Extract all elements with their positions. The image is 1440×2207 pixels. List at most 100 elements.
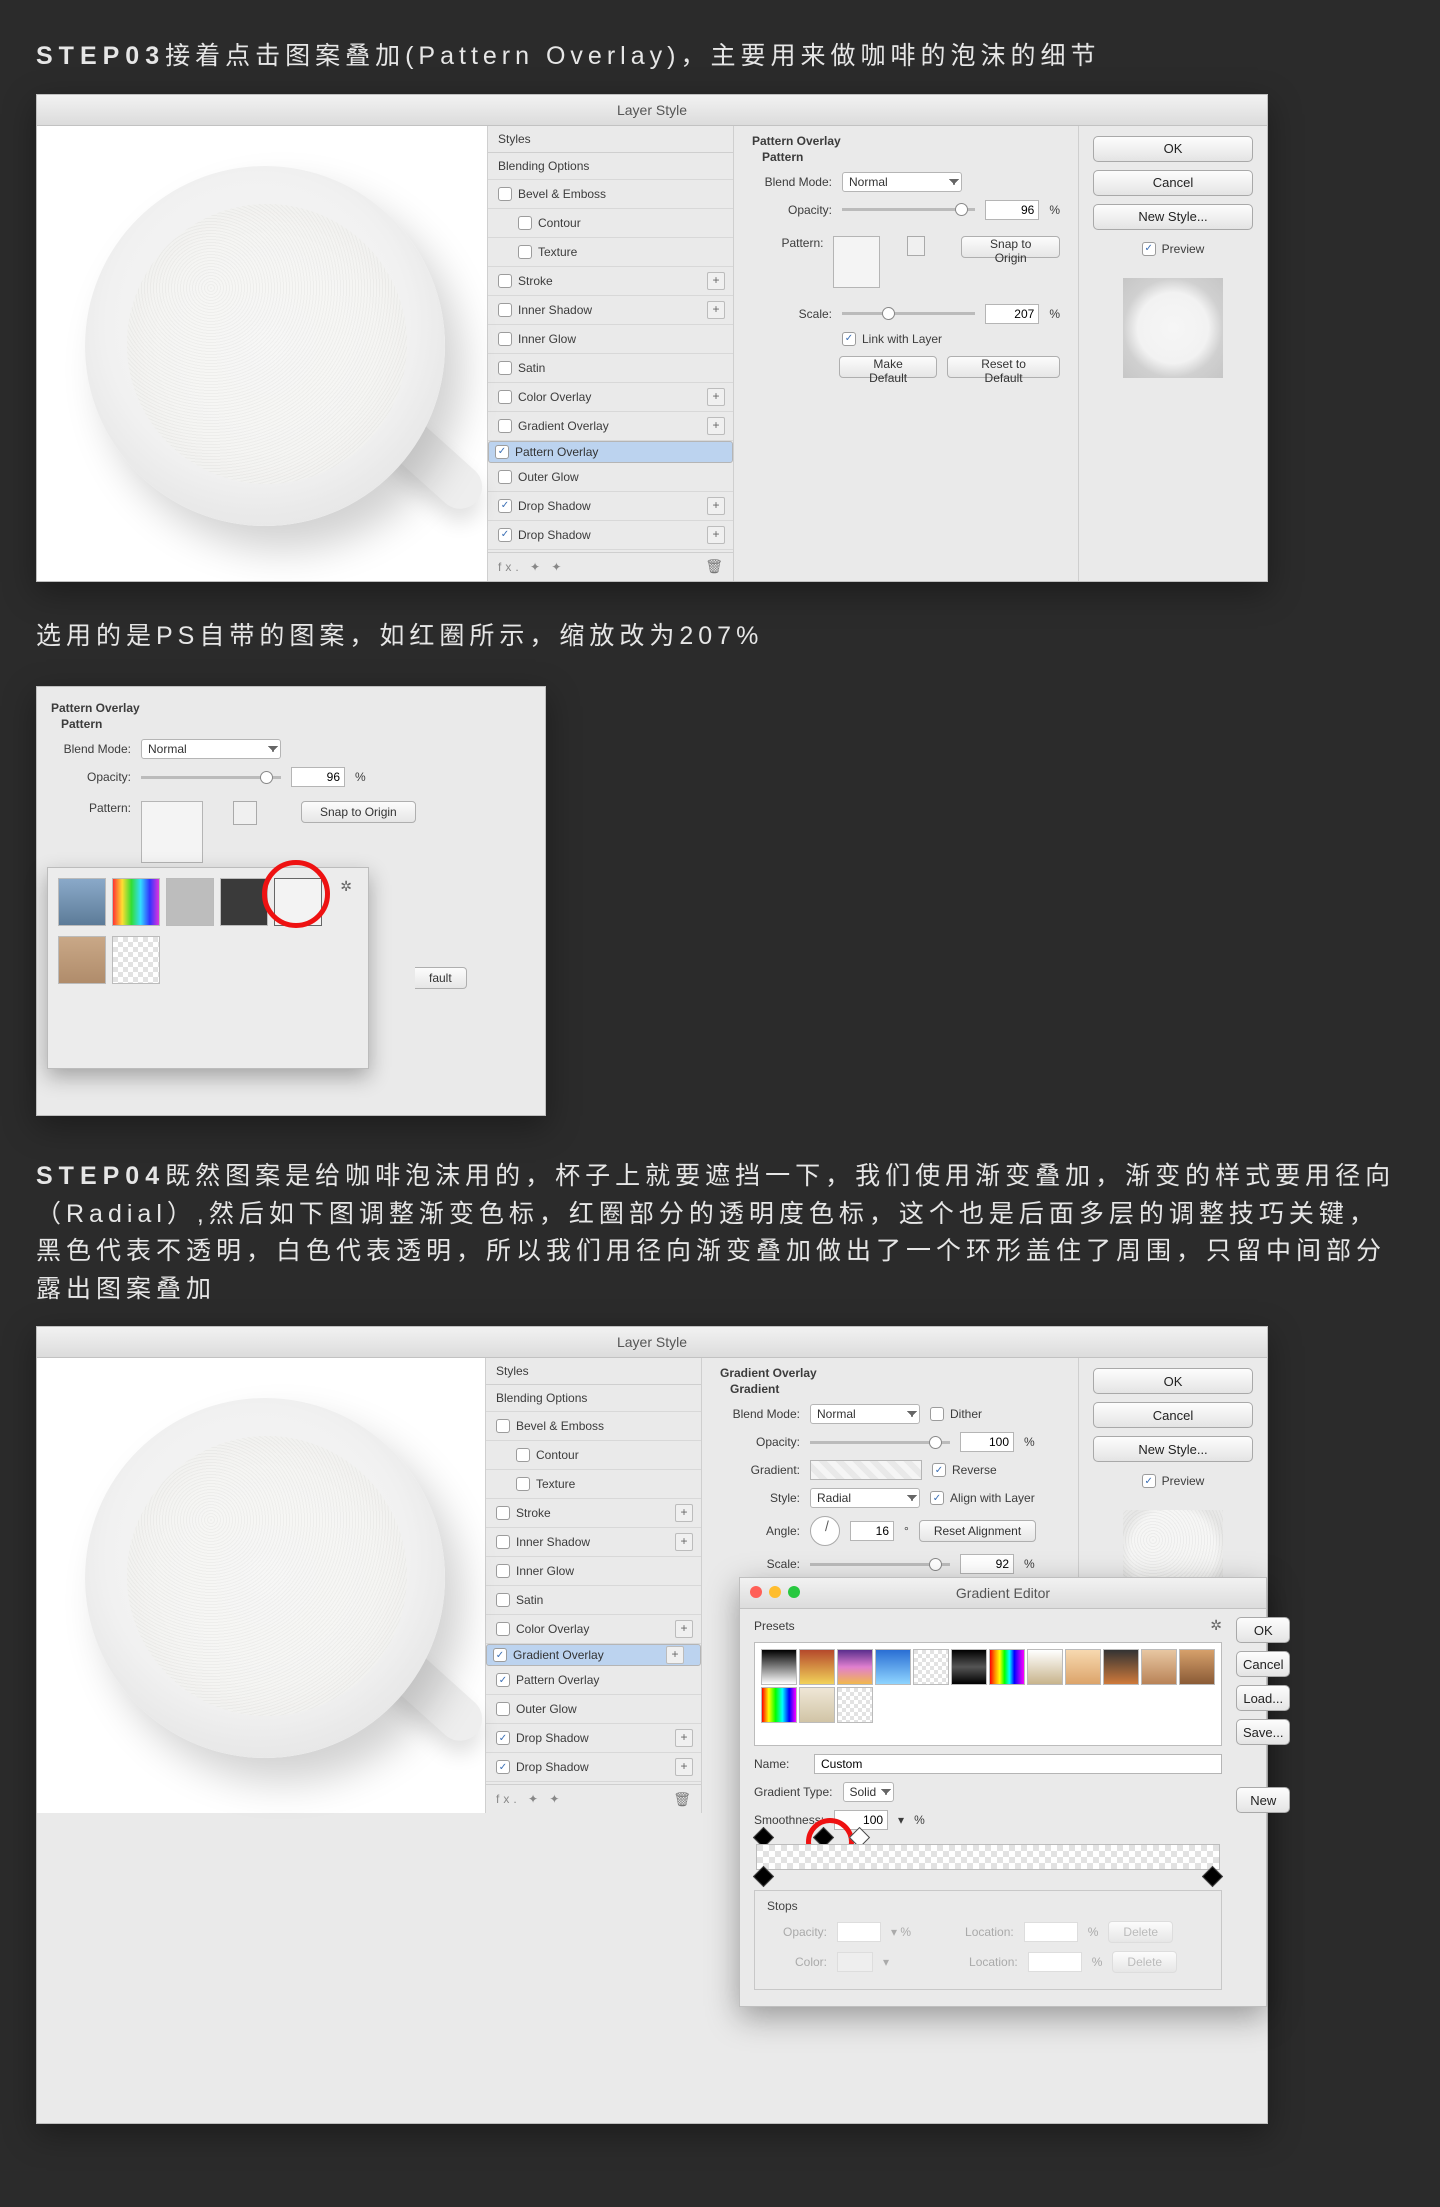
fx-drop-shadow-1[interactable]: Drop Shadow+	[486, 1724, 701, 1753]
fx-inner-glow[interactable]: Inner Glow	[488, 325, 733, 354]
ok-button[interactable]: OK	[1093, 136, 1253, 162]
ge-load-button[interactable]: Load...	[1236, 1685, 1290, 1711]
fx-stroke[interactable]: Stroke+	[488, 267, 733, 296]
scale-slider[interactable]	[810, 1563, 950, 1566]
preview-checkbox[interactable]	[1142, 242, 1156, 256]
minimize-icon[interactable]	[769, 1586, 781, 1598]
fx-stroke[interactable]: Stroke+	[486, 1499, 701, 1528]
gradient-name-input[interactable]	[814, 1754, 1222, 1774]
add-icon[interactable]: +	[675, 1620, 693, 1638]
add-icon[interactable]: +	[675, 1533, 693, 1551]
gear-icon[interactable]: ✲	[340, 878, 352, 926]
snap-to-origin-button[interactable]: Snap to Origin	[961, 236, 1060, 258]
new-style-button[interactable]: New Style...	[1093, 1436, 1253, 1462]
opacity-slider[interactable]	[141, 776, 281, 779]
fx-pattern-overlay-selected[interactable]: Pattern Overlay	[488, 441, 733, 463]
new-pattern-icon[interactable]	[907, 236, 925, 256]
angle-dial[interactable]	[810, 1516, 840, 1546]
pattern-swatch-item[interactable]	[220, 878, 268, 926]
link-with-layer-checkbox[interactable]	[842, 332, 856, 346]
scale-slider[interactable]	[842, 312, 975, 315]
reset-alignment-button[interactable]: Reset Alignment	[919, 1520, 1036, 1542]
fx-drop-shadow-2[interactable]: Drop Shadow+	[488, 521, 733, 550]
pattern-swatch[interactable]	[141, 801, 203, 863]
fx-outer-glow[interactable]: Outer Glow	[488, 463, 733, 492]
ge-new-button[interactable]: New	[1236, 1787, 1290, 1813]
opacity-input[interactable]	[985, 200, 1039, 220]
scale-input[interactable]	[960, 1554, 1014, 1574]
snap-to-origin-button[interactable]: Snap to Origin	[301, 801, 416, 823]
add-icon[interactable]: +	[707, 526, 725, 544]
scale-input[interactable]	[985, 304, 1039, 324]
angle-input[interactable]	[850, 1521, 894, 1541]
blend-mode-select[interactable]: Normal	[810, 1404, 920, 1424]
pattern-swatch-item[interactable]	[166, 878, 214, 926]
opacity-input[interactable]	[960, 1432, 1014, 1452]
close-icon[interactable]	[750, 1586, 762, 1598]
add-icon[interactable]: +	[707, 272, 725, 290]
add-icon[interactable]: +	[707, 301, 725, 319]
blending-options[interactable]: Blending Options	[486, 1385, 701, 1412]
gear-icon[interactable]: ✲	[1210, 1617, 1222, 1634]
reset-default-button[interactable]: Reset to Default	[947, 356, 1060, 378]
fx-inner-shadow[interactable]: Inner Shadow+	[488, 296, 733, 325]
add-icon[interactable]: +	[675, 1729, 693, 1747]
smoothness-input[interactable]	[834, 1810, 888, 1830]
fx-gradient-overlay[interactable]: Gradient Overlay+	[488, 412, 733, 441]
fx-contour[interactable]: Contour	[488, 209, 733, 238]
pattern-swatch-item[interactable]	[58, 878, 106, 926]
fx-color-overlay[interactable]: Color Overlay+	[488, 383, 733, 412]
fx-contour[interactable]: Contour	[486, 1441, 701, 1470]
dither-checkbox[interactable]	[930, 1407, 944, 1421]
opacity-slider[interactable]	[842, 208, 975, 211]
reverse-checkbox[interactable]	[932, 1463, 946, 1477]
preview-checkbox[interactable]	[1142, 1474, 1156, 1488]
trash-icon[interactable]: 🗑	[673, 1791, 691, 1808]
zoom-icon[interactable]	[788, 1586, 800, 1598]
pattern-swatch[interactable]	[833, 236, 880, 288]
fx-color-overlay[interactable]: Color Overlay+	[486, 1615, 701, 1644]
fx-footer-icons[interactable]: fx. ✦ ✦	[496, 1792, 563, 1806]
truncated-button[interactable]: fault	[415, 967, 467, 989]
fx-drop-shadow-1[interactable]: Drop Shadow+	[488, 492, 733, 521]
cancel-button[interactable]: Cancel	[1093, 170, 1253, 196]
fx-drop-shadow-2[interactable]: Drop Shadow+	[486, 1753, 701, 1782]
opacity-slider[interactable]	[810, 1441, 950, 1444]
fx-bevel[interactable]: Bevel & Emboss	[486, 1412, 701, 1441]
delete-stop-button[interactable]: Delete	[1112, 1951, 1177, 1973]
fx-outer-glow[interactable]: Outer Glow	[486, 1695, 701, 1724]
fx-satin[interactable]: Satin	[488, 354, 733, 383]
pattern-swatch-item[interactable]	[112, 878, 160, 926]
make-default-button[interactable]: Make Default	[839, 356, 937, 378]
gradient-style-select[interactable]: Radial	[810, 1488, 920, 1508]
fx-texture[interactable]: Texture	[488, 238, 733, 267]
trash-icon[interactable]: 🗑	[705, 558, 723, 575]
pattern-picker-popup[interactable]: ✲	[47, 867, 369, 1069]
ge-ok-button[interactable]: OK	[1236, 1617, 1290, 1643]
delete-stop-button[interactable]: Delete	[1108, 1921, 1173, 1943]
new-style-button[interactable]: New Style...	[1093, 204, 1253, 230]
fx-bevel[interactable]: Bevel & Emboss	[488, 180, 733, 209]
pattern-swatch-item-selected[interactable]	[274, 878, 322, 926]
gradient-preview[interactable]	[810, 1460, 922, 1480]
align-checkbox[interactable]	[930, 1491, 944, 1505]
fx-satin[interactable]: Satin	[486, 1586, 701, 1615]
new-pattern-icon[interactable]	[233, 801, 257, 825]
gradient-type-select[interactable]: Solid	[843, 1782, 894, 1802]
blend-mode-select[interactable]: Normal	[141, 739, 281, 759]
ge-cancel-button[interactable]: Cancel	[1236, 1651, 1290, 1677]
fx-gradient-overlay-selected[interactable]: Gradient Overlay+	[486, 1644, 701, 1666]
add-icon[interactable]: +	[707, 497, 725, 515]
ok-button[interactable]: OK	[1093, 1368, 1253, 1394]
add-icon[interactable]: +	[707, 388, 725, 406]
blending-options[interactable]: Blending Options	[488, 153, 733, 180]
ge-save-button[interactable]: Save...	[1236, 1719, 1290, 1745]
opacity-input[interactable]	[291, 767, 345, 787]
fx-pattern-overlay[interactable]: Pattern Overlay	[486, 1666, 701, 1695]
fx-inner-glow[interactable]: Inner Glow	[486, 1557, 701, 1586]
fx-texture[interactable]: Texture	[486, 1470, 701, 1499]
add-icon[interactable]: +	[666, 1646, 684, 1664]
add-icon[interactable]: +	[707, 417, 725, 435]
pattern-swatch-item[interactable]	[112, 936, 160, 984]
blend-mode-select[interactable]: Normal	[842, 172, 962, 192]
